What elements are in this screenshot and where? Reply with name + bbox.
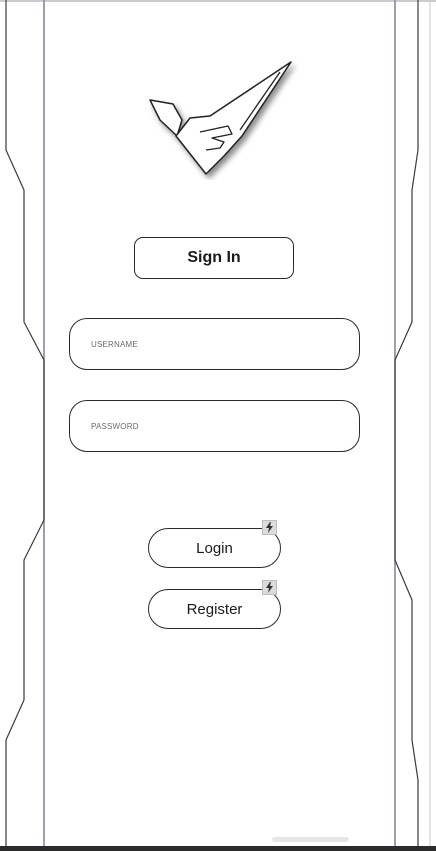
password-field[interactable] xyxy=(69,400,360,452)
home-indicator xyxy=(272,837,349,842)
bolt-icon xyxy=(262,580,277,595)
sign-in-title: Sign In xyxy=(134,237,294,279)
username-input[interactable] xyxy=(91,339,359,349)
ve-logo xyxy=(149,61,292,175)
password-input[interactable] xyxy=(91,421,359,431)
username-field[interactable] xyxy=(69,318,360,370)
login-button-label: Login xyxy=(196,539,233,557)
register-button[interactable]: Register xyxy=(148,589,281,629)
register-button-label: Register xyxy=(186,600,243,618)
bottom-edge xyxy=(0,846,436,851)
bolt-icon xyxy=(262,520,277,535)
